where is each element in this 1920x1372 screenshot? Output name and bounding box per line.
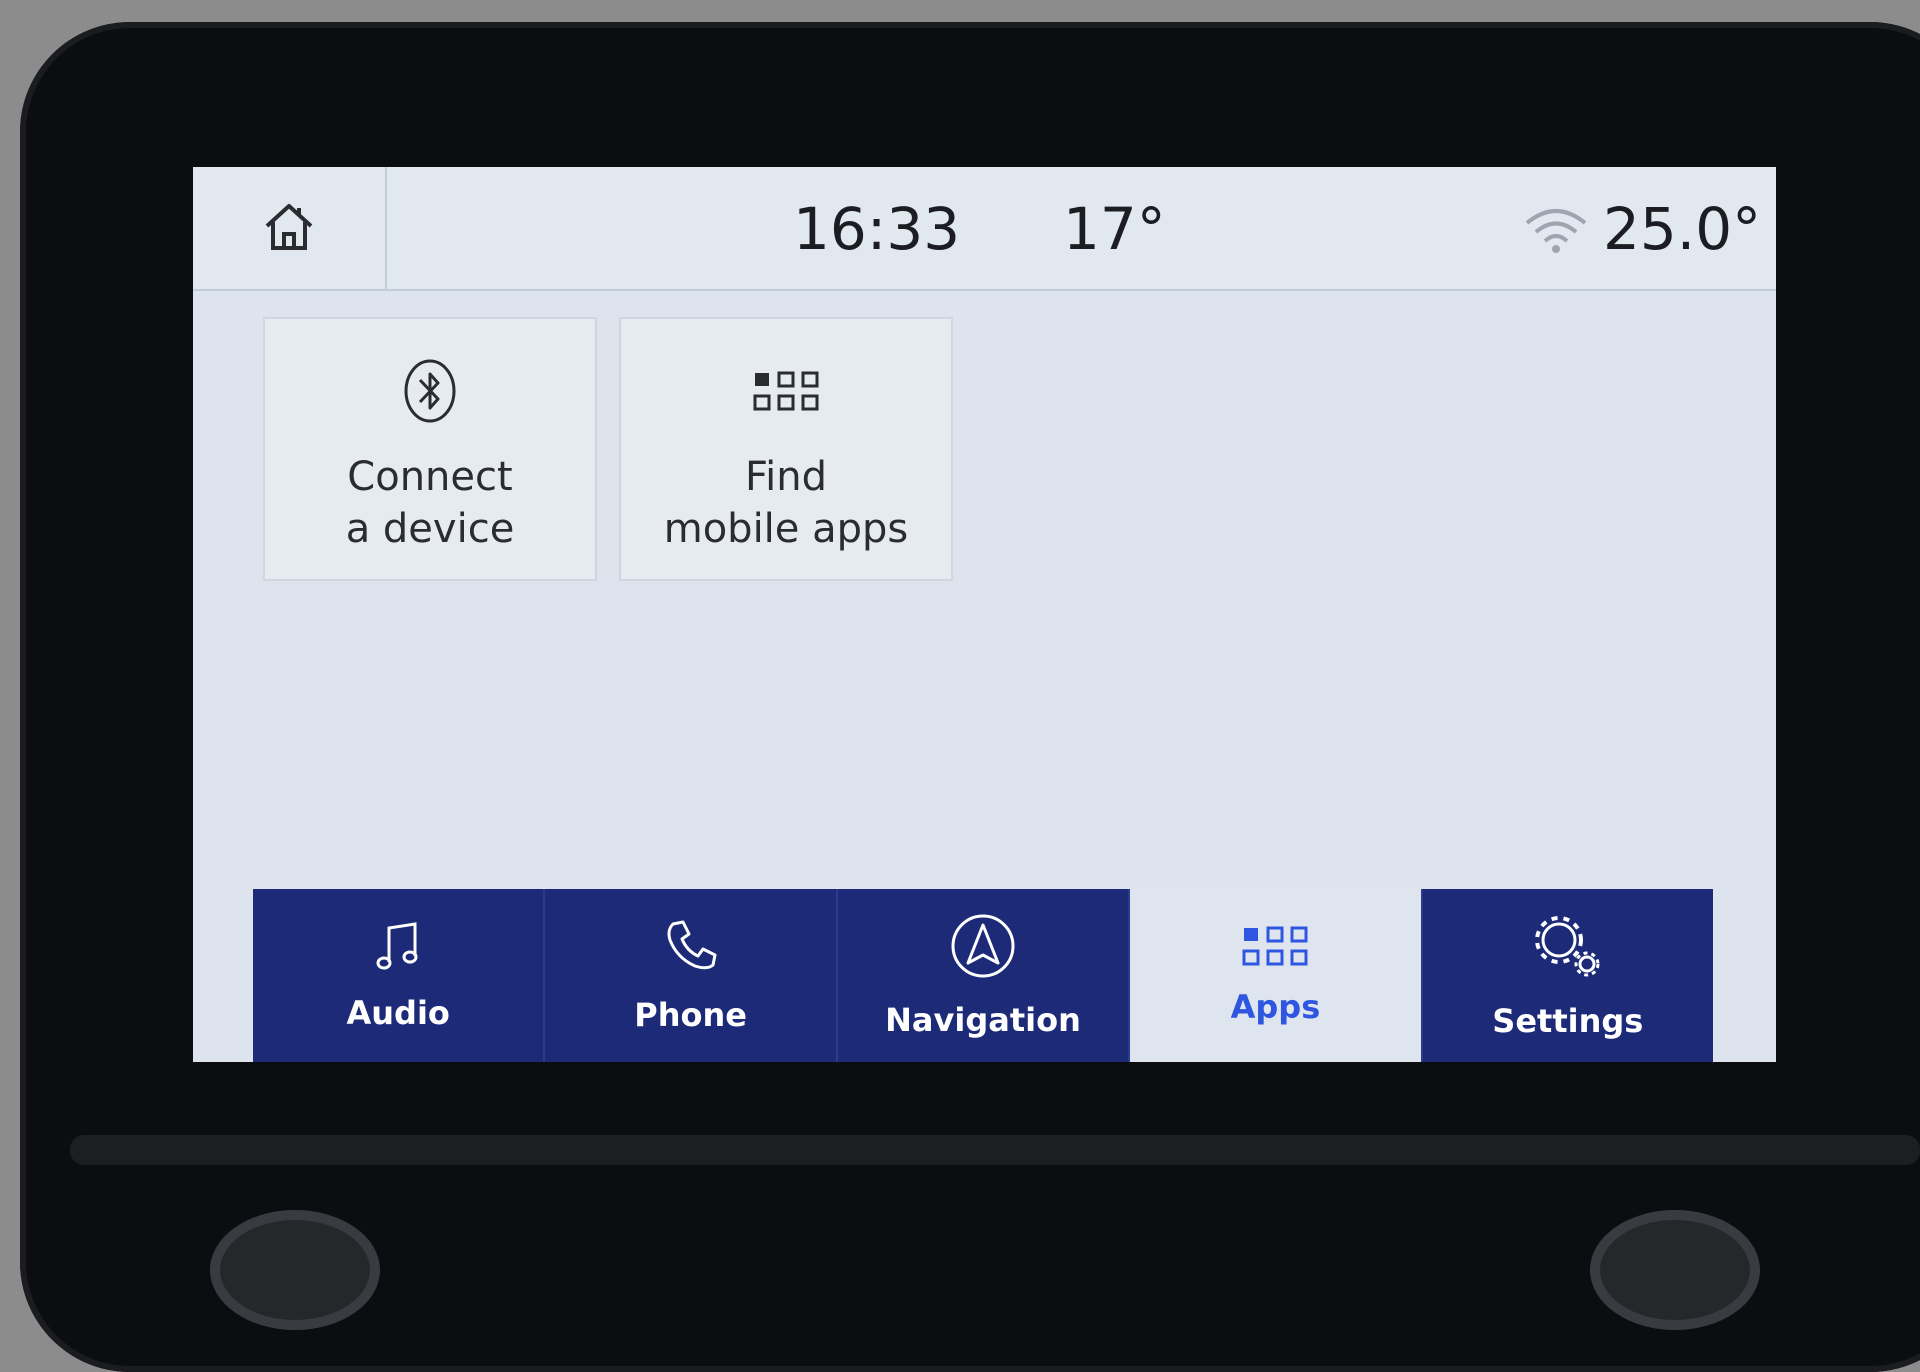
gears-icon — [1531, 912, 1605, 984]
home-icon — [261, 200, 317, 256]
nav-audio[interactable]: Audio — [253, 889, 546, 1062]
cabin-temperature: 25.0° — [1603, 195, 1762, 263]
nav-phone[interactable]: Phone — [545, 889, 838, 1062]
find-mobile-apps-tile[interactable]: Find mobile apps — [619, 317, 953, 581]
nav-label: Navigation — [885, 1000, 1081, 1039]
home-button[interactable] — [193, 167, 387, 289]
wifi-icon — [1523, 205, 1589, 259]
status-bar: 16:33 17° 25.0° — [193, 167, 1776, 291]
nav-settings[interactable]: Settings — [1423, 889, 1713, 1062]
tile-label: Connect a device — [345, 454, 515, 552]
nav-navigation[interactable]: Navigation — [838, 889, 1131, 1062]
nav-apps[interactable]: Apps — [1130, 889, 1423, 1062]
phone-icon — [663, 918, 719, 978]
navigation-arrow-icon — [950, 913, 1016, 983]
bottom-nav-bar: Audio Phone Navigation Apps Settings — [253, 889, 1713, 1062]
dashboard-trim — [70, 1135, 1920, 1165]
infotainment-screen: 16:33 17° 25.0° Connect a device Find mo… — [193, 167, 1776, 1062]
music-note-icon — [375, 920, 421, 976]
connect-device-tile[interactable]: Connect a device — [263, 317, 597, 581]
volume-knob[interactable] — [210, 1210, 380, 1330]
nav-label: Phone — [634, 995, 747, 1034]
nav-label: Audio — [346, 993, 450, 1032]
app-grid-icon — [753, 359, 819, 423]
app-grid-icon — [1242, 926, 1308, 970]
clock: 16:33 — [793, 195, 961, 263]
tile-label: Find mobile apps — [663, 454, 909, 552]
bluetooth-icon — [403, 359, 457, 423]
outside-temperature: 17° — [1063, 195, 1166, 263]
nav-label: Apps — [1230, 987, 1321, 1026]
tune-knob[interactable] — [1590, 1210, 1760, 1330]
nav-label: Settings — [1492, 1001, 1644, 1040]
